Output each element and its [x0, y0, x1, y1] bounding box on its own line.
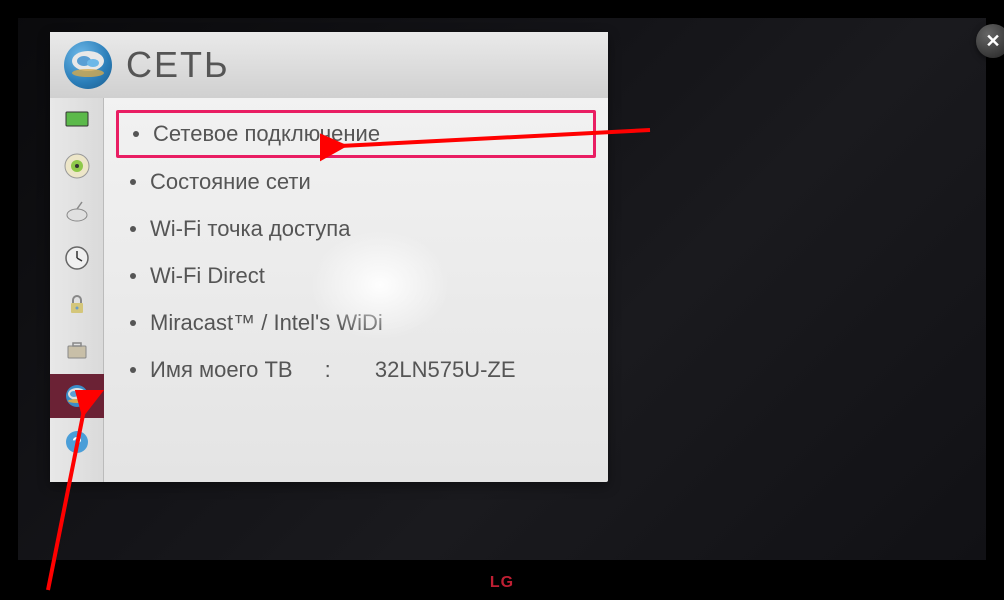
- bullet-icon: [130, 179, 136, 185]
- window-header: СЕТЬ: [50, 32, 608, 98]
- settings-window: ? Сетевое подключение Состояние сети Wi-…: [50, 32, 608, 482]
- sidebar-item-time[interactable]: [52, 236, 102, 280]
- menu-item-label: Miracast™ / Intel's WiDi: [150, 310, 383, 336]
- settings-sidebar: ?: [50, 32, 104, 482]
- sidebar-item-sound[interactable]: [52, 144, 102, 188]
- menu-item-wifi-direct[interactable]: Wi-Fi Direct: [116, 252, 596, 299]
- menu-content: Сетевое подключение Состояние сети Wi-Fi…: [104, 32, 608, 482]
- menu-item-label: Состояние сети: [150, 169, 311, 195]
- menu-item-tv-name[interactable]: Имя моего ТВ : 32LN575U-ZE: [116, 346, 596, 393]
- clock-icon: [62, 243, 92, 273]
- bullet-icon: [130, 320, 136, 326]
- menu-item-network-status[interactable]: Состояние сети: [116, 158, 596, 205]
- sidebar-item-network[interactable]: [50, 374, 104, 418]
- close-button[interactable]: ✕: [976, 24, 1004, 58]
- picture-icon: [62, 105, 92, 135]
- bullet-icon: [130, 226, 136, 232]
- sound-icon: [62, 151, 92, 181]
- help-icon: ?: [62, 427, 92, 457]
- network-header-icon: [64, 41, 112, 89]
- svg-text:?: ?: [72, 435, 82, 452]
- window-title: СЕТЬ: [126, 44, 230, 86]
- sidebar-item-options[interactable]: [52, 328, 102, 372]
- bullet-icon: [130, 273, 136, 279]
- briefcase-icon: [62, 335, 92, 365]
- bullet-icon: [133, 131, 139, 137]
- menu-item-label: Wi-Fi точка доступа: [150, 216, 350, 242]
- tv-brand-logo: LG: [490, 574, 514, 592]
- bullet-icon: [130, 367, 136, 373]
- sidebar-item-picture[interactable]: [52, 98, 102, 142]
- satellite-icon: [62, 197, 92, 227]
- sidebar-item-lock[interactable]: [52, 282, 102, 326]
- globe-icon: [62, 381, 92, 411]
- close-icon: ✕: [985, 31, 1000, 52]
- menu-item-label: Wi-Fi Direct: [150, 263, 265, 289]
- menu-item-wifi-ap[interactable]: Wi-Fi точка доступа: [116, 205, 596, 252]
- menu-item-miracast[interactable]: Miracast™ / Intel's WiDi: [116, 299, 596, 346]
- sidebar-item-support[interactable]: ?: [52, 420, 102, 464]
- lock-icon: [62, 289, 92, 319]
- menu-item-label: Сетевое подключение: [153, 121, 380, 147]
- menu-item-network-connection[interactable]: Сетевое подключение: [116, 110, 596, 158]
- menu-item-separator: :: [325, 357, 343, 383]
- sidebar-item-channel[interactable]: [52, 190, 102, 234]
- menu-item-value: 32LN575U-ZE: [375, 357, 516, 383]
- menu-item-label: Имя моего ТВ: [150, 357, 293, 383]
